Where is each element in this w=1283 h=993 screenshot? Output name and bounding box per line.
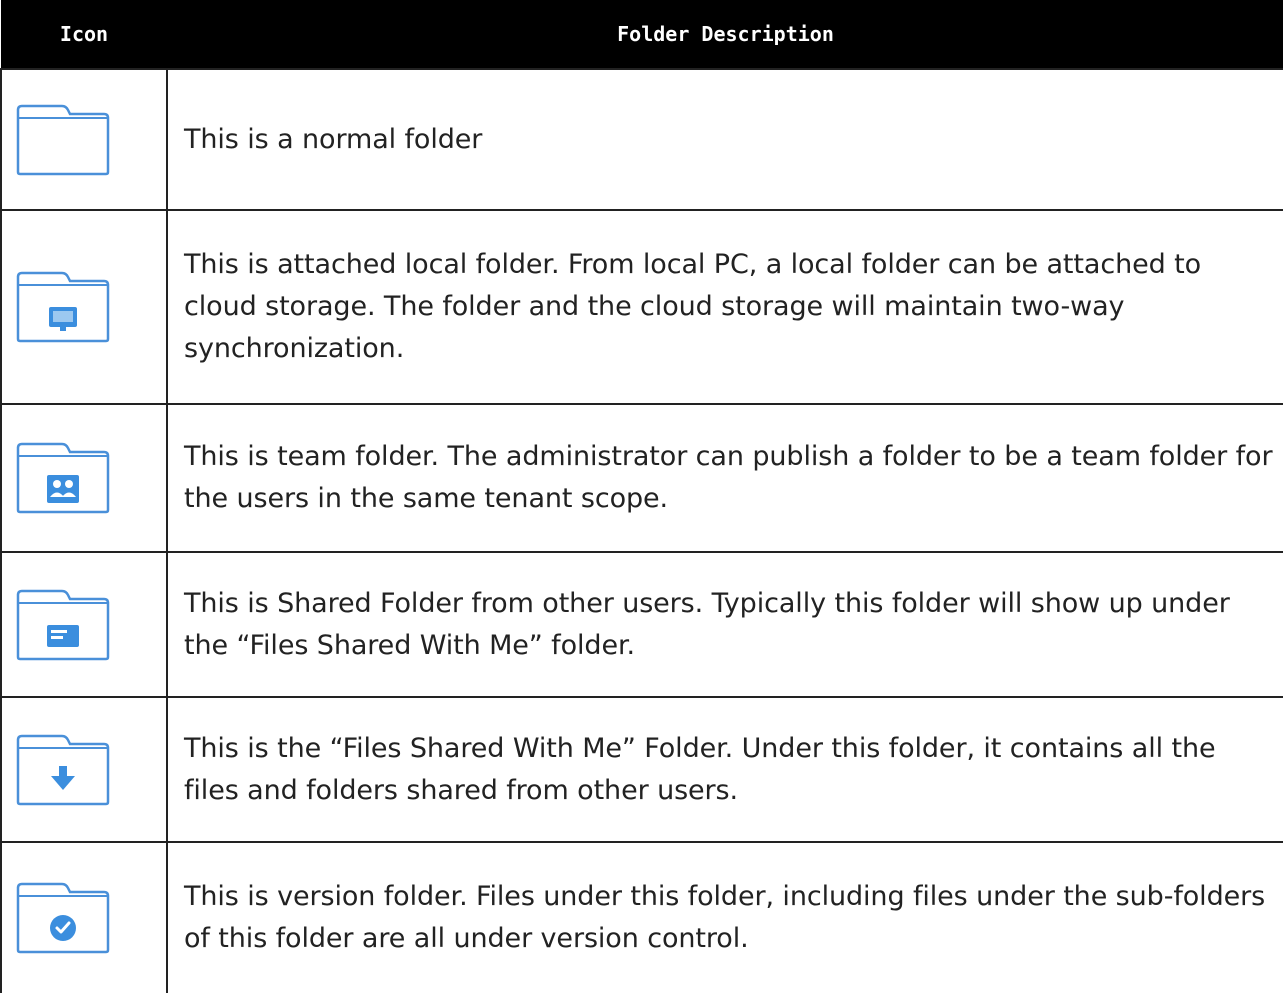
version-folder-icon <box>16 882 110 954</box>
files-shared-with-me-folder-icon <box>16 734 110 805</box>
icon-cell <box>0 841 167 993</box>
description-cell: This is the “Files Shared With Me” Folde… <box>166 696 1283 842</box>
folder-icon <box>16 104 110 175</box>
table-row: This is a normal folder <box>0 68 1283 210</box>
table-row: This is team folder. The administrator c… <box>0 403 1283 552</box>
icon-cell <box>0 68 167 210</box>
table-row: This is version folder. Files under this… <box>0 841 1283 993</box>
icon-cell <box>0 209 167 404</box>
table-row: This is attached local folder. From loca… <box>0 209 1283 404</box>
team-folder-icon <box>16 442 110 514</box>
shared-folder-icon <box>16 589 110 660</box>
header-icon: Icon <box>1 0 167 69</box>
table-row: This is Shared Folder from other users. … <box>0 551 1283 697</box>
description-cell: This is a normal folder <box>166 68 1283 210</box>
icon-cell <box>0 551 167 697</box>
table-row: This is the “Files Shared With Me” Folde… <box>0 696 1283 842</box>
attached-local-folder-icon <box>16 271 110 343</box>
description-cell: This is version folder. Files under this… <box>166 841 1283 993</box>
icon-cell <box>0 403 167 552</box>
icon-cell <box>0 696 167 842</box>
folder-icon-table: Icon Folder Description This is a normal… <box>0 0 1283 993</box>
description-cell: This is attached local folder. From loca… <box>166 209 1283 404</box>
description-cell: This is Shared Folder from other users. … <box>166 551 1283 697</box>
description-cell: This is team folder. The administrator c… <box>166 403 1283 552</box>
table-header-row: Icon Folder Description <box>1 0 1283 69</box>
header-folder-description: Folder Description <box>167 0 1283 69</box>
